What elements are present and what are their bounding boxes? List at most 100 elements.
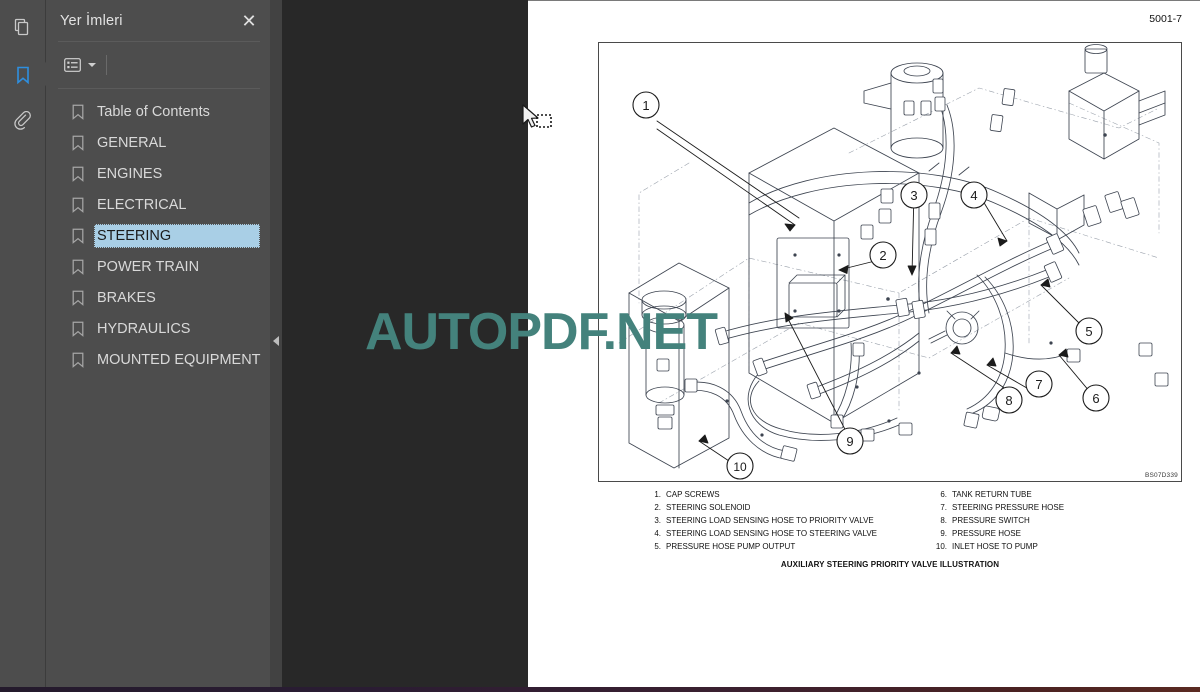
- legend-text: STEERING LOAD SENSING HOSE TO STEERING V…: [666, 529, 878, 538]
- close-icon[interactable]: ✕: [238, 10, 260, 32]
- toolbar-divider-line: [58, 88, 260, 89]
- callout-bubbles: 1 2 3 4 5 6 7 8 9 10: [632, 91, 1110, 480]
- list-options-icon[interactable]: [59, 54, 85, 76]
- pages-thumbnails-glyph: [14, 18, 29, 36]
- legend-number: 5.: [654, 542, 661, 551]
- svg-text:3: 3: [910, 188, 917, 203]
- taskbar-strip: [0, 687, 1200, 692]
- panel-title: Yer İmleri: [60, 12, 123, 29]
- bookmark-item-label: POWER TRAIN: [97, 258, 200, 275]
- figure-caption: AUXILIARY STEERING PRIORITY VALVE ILLUST…: [780, 560, 1000, 569]
- bookmark-glyph: [17, 66, 29, 85]
- bookmark-list[interactable]: Table of Contents GENERAL ENGINES ELECTR…: [46, 92, 270, 687]
- bookmark-item-label: MOUNTED EQUIPMENT: [97, 351, 261, 368]
- bookmark-item-icon: [72, 352, 94, 368]
- legend-row: 10. INLET HOSE TO PUMP: [932, 540, 1182, 553]
- bookmark-item-mounted-equipment[interactable]: MOUNTED EQUIPMENT: [46, 344, 270, 375]
- legend-row: 8. PRESSURE SWITCH: [932, 514, 1182, 527]
- svg-text:6: 6: [1092, 391, 1099, 406]
- legend-row: 6. TANK RETURN TUBE: [932, 488, 1182, 501]
- bookmarks-panel: Yer İmleri ✕ Table of Contents GENERAL E…: [46, 0, 270, 687]
- chevron-down-icon[interactable]: [85, 55, 99, 75]
- paperclip-glyph: [14, 111, 31, 130]
- bookmarks-toolbar: [46, 42, 270, 88]
- svg-text:9: 9: [846, 434, 853, 449]
- svg-text:4: 4: [970, 188, 977, 203]
- legend-text: STEERING SOLENOID: [666, 503, 751, 512]
- legend-number: 2.: [654, 503, 661, 512]
- legend-column-right: 6. TANK RETURN TUBE 7. STEERING PRESSURE…: [890, 488, 1182, 553]
- legend-text: INLET HOSE TO PUMP: [952, 542, 1038, 551]
- legend-number: 3.: [654, 516, 661, 525]
- legend-text: PRESSURE SWITCH: [952, 516, 1030, 525]
- pdf-page: 5001-7 1 2 3 4 5 6 7 8 9 10 BS07D339 1. …: [528, 0, 1200, 687]
- attachments-icon[interactable]: [0, 98, 46, 144]
- legend-row: 2. STEERING SOLENOID: [646, 501, 890, 514]
- legend-number: 1.: [654, 490, 661, 499]
- legend-row: 7. STEERING PRESSURE HOSE: [932, 501, 1182, 514]
- bookmarks-panel-header: Yer İmleri ✕: [46, 0, 270, 41]
- legend-number: 8.: [940, 516, 947, 525]
- pages-thumbnails-icon[interactable]: [0, 4, 46, 50]
- toolbar-divider: [106, 55, 107, 75]
- legend-number: 6.: [940, 490, 947, 499]
- figure-illustration: 1 2 3 4 5 6 7 8 9 10 BS07D339: [598, 42, 1182, 482]
- figure-legend: 1. CAP SCREWS 2. STEERING SOLENOID 3. ST…: [598, 488, 1182, 569]
- legend-row: 1. CAP SCREWS: [646, 488, 890, 501]
- bookmark-item-table-of-contents[interactable]: Table of Contents: [46, 96, 270, 127]
- bookmark-item-power-train[interactable]: POWER TRAIN: [46, 251, 270, 282]
- chevron-left-icon: [273, 336, 279, 346]
- legend-number: 9.: [940, 529, 947, 538]
- legend-column-left: 1. CAP SCREWS 2. STEERING SOLENOID 3. ST…: [598, 488, 890, 553]
- bookmark-item-icon: [72, 321, 94, 337]
- bookmarks-icon[interactable]: [0, 52, 47, 98]
- bookmark-item-icon: [72, 197, 94, 213]
- bookmark-item-steering[interactable]: STEERING: [46, 220, 270, 251]
- bookmark-item-general[interactable]: GENERAL: [46, 127, 270, 158]
- bookmark-item-icon: [72, 259, 94, 275]
- legend-row: 4. STEERING LOAD SENSING HOSE TO STEERIN…: [646, 527, 890, 540]
- svg-text:10: 10: [733, 460, 747, 474]
- legend-text: PRESSURE HOSE: [952, 529, 1021, 538]
- svg-text:5: 5: [1085, 324, 1092, 339]
- page-number: 5001-7: [1149, 13, 1182, 25]
- legend-text: PRESSURE HOSE PUMP OUTPUT: [666, 542, 796, 551]
- bookmark-item-icon: [72, 104, 94, 120]
- bookmark-item-electrical[interactable]: ELECTRICAL: [46, 189, 270, 220]
- pdf-viewer-window: Yer İmleri ✕ Table of Contents GENERAL E…: [0, 0, 1200, 692]
- panel-collapse-handle[interactable]: [270, 0, 282, 687]
- bookmark-item-label: BRAKES: [97, 289, 156, 306]
- legend-text: STEERING PRESSURE HOSE: [952, 503, 1065, 512]
- legend-number: 4.: [654, 529, 661, 538]
- legend-number: 10.: [935, 542, 947, 551]
- list-options-glyph: [63, 58, 81, 72]
- bookmark-item-label: ENGINES: [97, 165, 163, 182]
- svg-text:2: 2: [879, 248, 886, 263]
- bookmark-item-engines[interactable]: ENGINES: [46, 158, 270, 189]
- legend-row: 9. PRESSURE HOSE: [932, 527, 1182, 540]
- svg-text:1: 1: [642, 98, 649, 113]
- bookmark-item-hydraulics[interactable]: HYDRAULICS: [46, 313, 270, 344]
- sidebar-icon-rail: [0, 0, 47, 687]
- bookmark-item-icon: [72, 290, 94, 306]
- bookmark-item-icon: [72, 135, 94, 151]
- bookmark-item-label: GENERAL: [97, 134, 167, 151]
- legend-text: CAP SCREWS: [666, 490, 720, 499]
- legend-row: 5. PRESSURE HOSE PUMP OUTPUT: [646, 540, 890, 553]
- bookmark-item-icon: [72, 228, 94, 244]
- bookmark-item-label: ELECTRICAL: [97, 196, 187, 213]
- bookmark-item-label: Table of Contents: [97, 103, 210, 120]
- legend-text: TANK RETURN TUBE: [952, 490, 1032, 499]
- svg-text:8: 8: [1005, 393, 1012, 408]
- legend-text: STEERING LOAD SENSING HOSE TO PRIORITY V…: [666, 516, 874, 525]
- legend-number: 7.: [940, 503, 947, 512]
- bookmark-item-brakes[interactable]: BRAKES: [46, 282, 270, 313]
- svg-text:7: 7: [1035, 377, 1042, 392]
- document-viewer[interactable]: 5001-7 1 2 3 4 5 6 7 8 9 10 BS07D339 1. …: [282, 0, 1200, 687]
- bookmark-item-label: STEERING: [97, 227, 172, 244]
- figure-code: BS07D339: [1144, 472, 1178, 479]
- legend-row: 3. STEERING LOAD SENSING HOSE TO PRIORIT…: [646, 514, 890, 527]
- technical-drawing: 1 2 3 4 5 6 7 8 9 10: [618, 44, 1169, 480]
- bookmark-item-label: HYDRAULICS: [97, 320, 191, 337]
- bookmark-item-icon: [72, 166, 94, 182]
